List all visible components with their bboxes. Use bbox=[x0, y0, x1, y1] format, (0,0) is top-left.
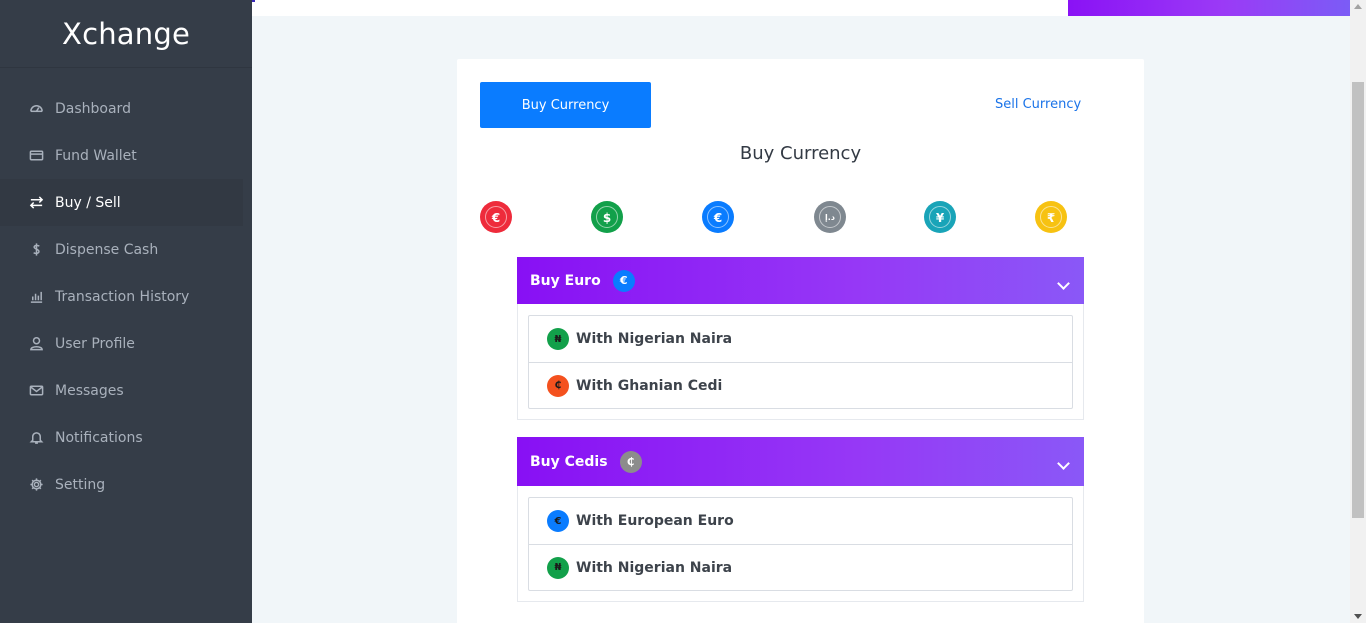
app-logo-text: Xchange bbox=[62, 16, 190, 51]
sidebar-item-label: Transaction History bbox=[55, 288, 190, 305]
sidebar-item-label: Fund Wallet bbox=[55, 147, 137, 164]
sidebar-item-dashboard[interactable]: Dashboard bbox=[0, 85, 252, 132]
sidebar-item-transaction-history[interactable]: Transaction History bbox=[0, 273, 252, 320]
buy-euro-accordion: Buy Euro € ₦ With Nigerian Naira ₵ With … bbox=[517, 257, 1084, 420]
accordion-title: Buy Cedis bbox=[530, 453, 608, 470]
chevron-down-icon[interactable] bbox=[1057, 277, 1070, 290]
rupee-icon[interactable]: ₹ bbox=[1035, 201, 1067, 233]
scroll-up-arrow-icon[interactable] bbox=[1354, 4, 1362, 9]
user-icon bbox=[28, 336, 44, 352]
sidebar-nav: Dashboard Fund Wallet Buy / Sell Dispens… bbox=[0, 85, 252, 508]
option-list: ₦ With Nigerian Naira ₵ With Ghanian Ced… bbox=[528, 315, 1073, 409]
option-list: € With European Euro ₦ With Nigerian Nai… bbox=[528, 497, 1073, 591]
accordion-body: ₦ With Nigerian Naira ₵ With Ghanian Ced… bbox=[517, 304, 1084, 420]
bell-icon bbox=[28, 430, 44, 446]
buy-currency-tab-button[interactable]: Buy Currency bbox=[480, 82, 651, 128]
euro-icon[interactable]: € bbox=[702, 201, 734, 233]
gear-icon bbox=[28, 477, 44, 493]
sidebar-item-user-profile[interactable]: User Profile bbox=[0, 320, 252, 367]
buy-cedis-accordion-header[interactable]: Buy Cedis ₵ bbox=[517, 437, 1084, 486]
yen-icon[interactable]: ¥ bbox=[924, 201, 956, 233]
sidebar-item-fund-wallet[interactable]: Fund Wallet bbox=[0, 132, 252, 179]
dollar-icon[interactable]: $ bbox=[591, 201, 623, 233]
sidebar-item-setting[interactable]: Setting bbox=[0, 461, 252, 508]
brand: Xchange bbox=[0, 0, 252, 68]
envelope-icon bbox=[28, 383, 44, 399]
option-label: With Ghanian Cedi bbox=[576, 377, 723, 394]
exchange-arrows-icon bbox=[28, 195, 44, 211]
buy-cedis-accordion: Buy Cedis ₵ € With European Euro ₦ With … bbox=[517, 437, 1084, 602]
scroll-down-arrow-icon[interactable] bbox=[1354, 614, 1362, 619]
dollar-icon bbox=[28, 242, 44, 258]
sidebar-item-notifications[interactable]: Notifications bbox=[0, 414, 252, 461]
sidebar-item-label: Messages bbox=[55, 382, 124, 399]
option-with-nigerian-naira[interactable]: ₦ With Nigerian Naira bbox=[529, 316, 1072, 362]
dirham-icon[interactable]: د.إ bbox=[814, 201, 846, 233]
credit-card-icon bbox=[28, 148, 44, 164]
sidebar: Xchange Dashboard Fund Wallet Buy / Sell… bbox=[0, 0, 252, 623]
naira-icon: ₦ bbox=[547, 556, 569, 579]
option-with-european-euro[interactable]: € With European Euro bbox=[529, 498, 1072, 544]
cedi-icon: ₵ bbox=[619, 450, 642, 473]
scrollbar-thumb[interactable] bbox=[1352, 82, 1364, 518]
sidebar-item-label: Dispense Cash bbox=[55, 241, 159, 258]
option-with-ghanian-cedi[interactable]: ₵ With Ghanian Cedi bbox=[529, 362, 1072, 408]
euro-icon: € bbox=[547, 510, 569, 532]
chevron-down-icon[interactable] bbox=[1057, 457, 1070, 470]
sidebar-item-label: Dashboard bbox=[55, 100, 131, 117]
sidebar-item-label: Setting bbox=[55, 476, 106, 493]
dashboard-icon bbox=[28, 101, 44, 117]
accordion-body: € With European Euro ₦ With Nigerian Nai… bbox=[517, 486, 1084, 602]
top-bar-edge bbox=[252, 0, 255, 2]
euro-icon: € bbox=[612, 269, 635, 292]
sidebar-item-label: Buy / Sell bbox=[55, 194, 121, 211]
currency-icon-row: € $ € د.إ ¥ ₹ bbox=[480, 201, 1080, 233]
top-bar-user-area[interactable] bbox=[1068, 0, 1350, 16]
buy-sell-card: Buy Currency Sell Currency Buy Currency … bbox=[457, 59, 1144, 623]
naira-icon: ₦ bbox=[547, 328, 569, 350]
sidebar-item-messages[interactable]: Messages bbox=[0, 367, 252, 414]
sidebar-item-buy-sell[interactable]: Buy / Sell bbox=[0, 179, 243, 226]
bar-chart-icon bbox=[28, 289, 44, 305]
option-label: With Nigerian Naira bbox=[576, 331, 733, 347]
sidebar-item-label: User Profile bbox=[55, 335, 135, 352]
page-scrollbar[interactable] bbox=[1350, 0, 1366, 623]
option-label: With European Euro bbox=[576, 513, 734, 529]
page-title: Buy Currency bbox=[739, 143, 862, 164]
sidebar-item-dispense-cash[interactable]: Dispense Cash bbox=[0, 226, 252, 273]
buy-euro-accordion-header[interactable]: Buy Euro € bbox=[517, 257, 1084, 304]
accordion-title: Buy Euro bbox=[530, 272, 601, 289]
sell-currency-tab-link[interactable]: Sell Currency bbox=[995, 97, 1081, 112]
option-with-nigerian-naira[interactable]: ₦ With Nigerian Naira bbox=[529, 544, 1072, 590]
option-label: With Nigerian Naira bbox=[576, 559, 733, 576]
euro-icon[interactable]: € bbox=[480, 201, 512, 233]
cedi-icon: ₵ bbox=[547, 374, 569, 397]
sidebar-item-label: Notifications bbox=[55, 429, 143, 446]
